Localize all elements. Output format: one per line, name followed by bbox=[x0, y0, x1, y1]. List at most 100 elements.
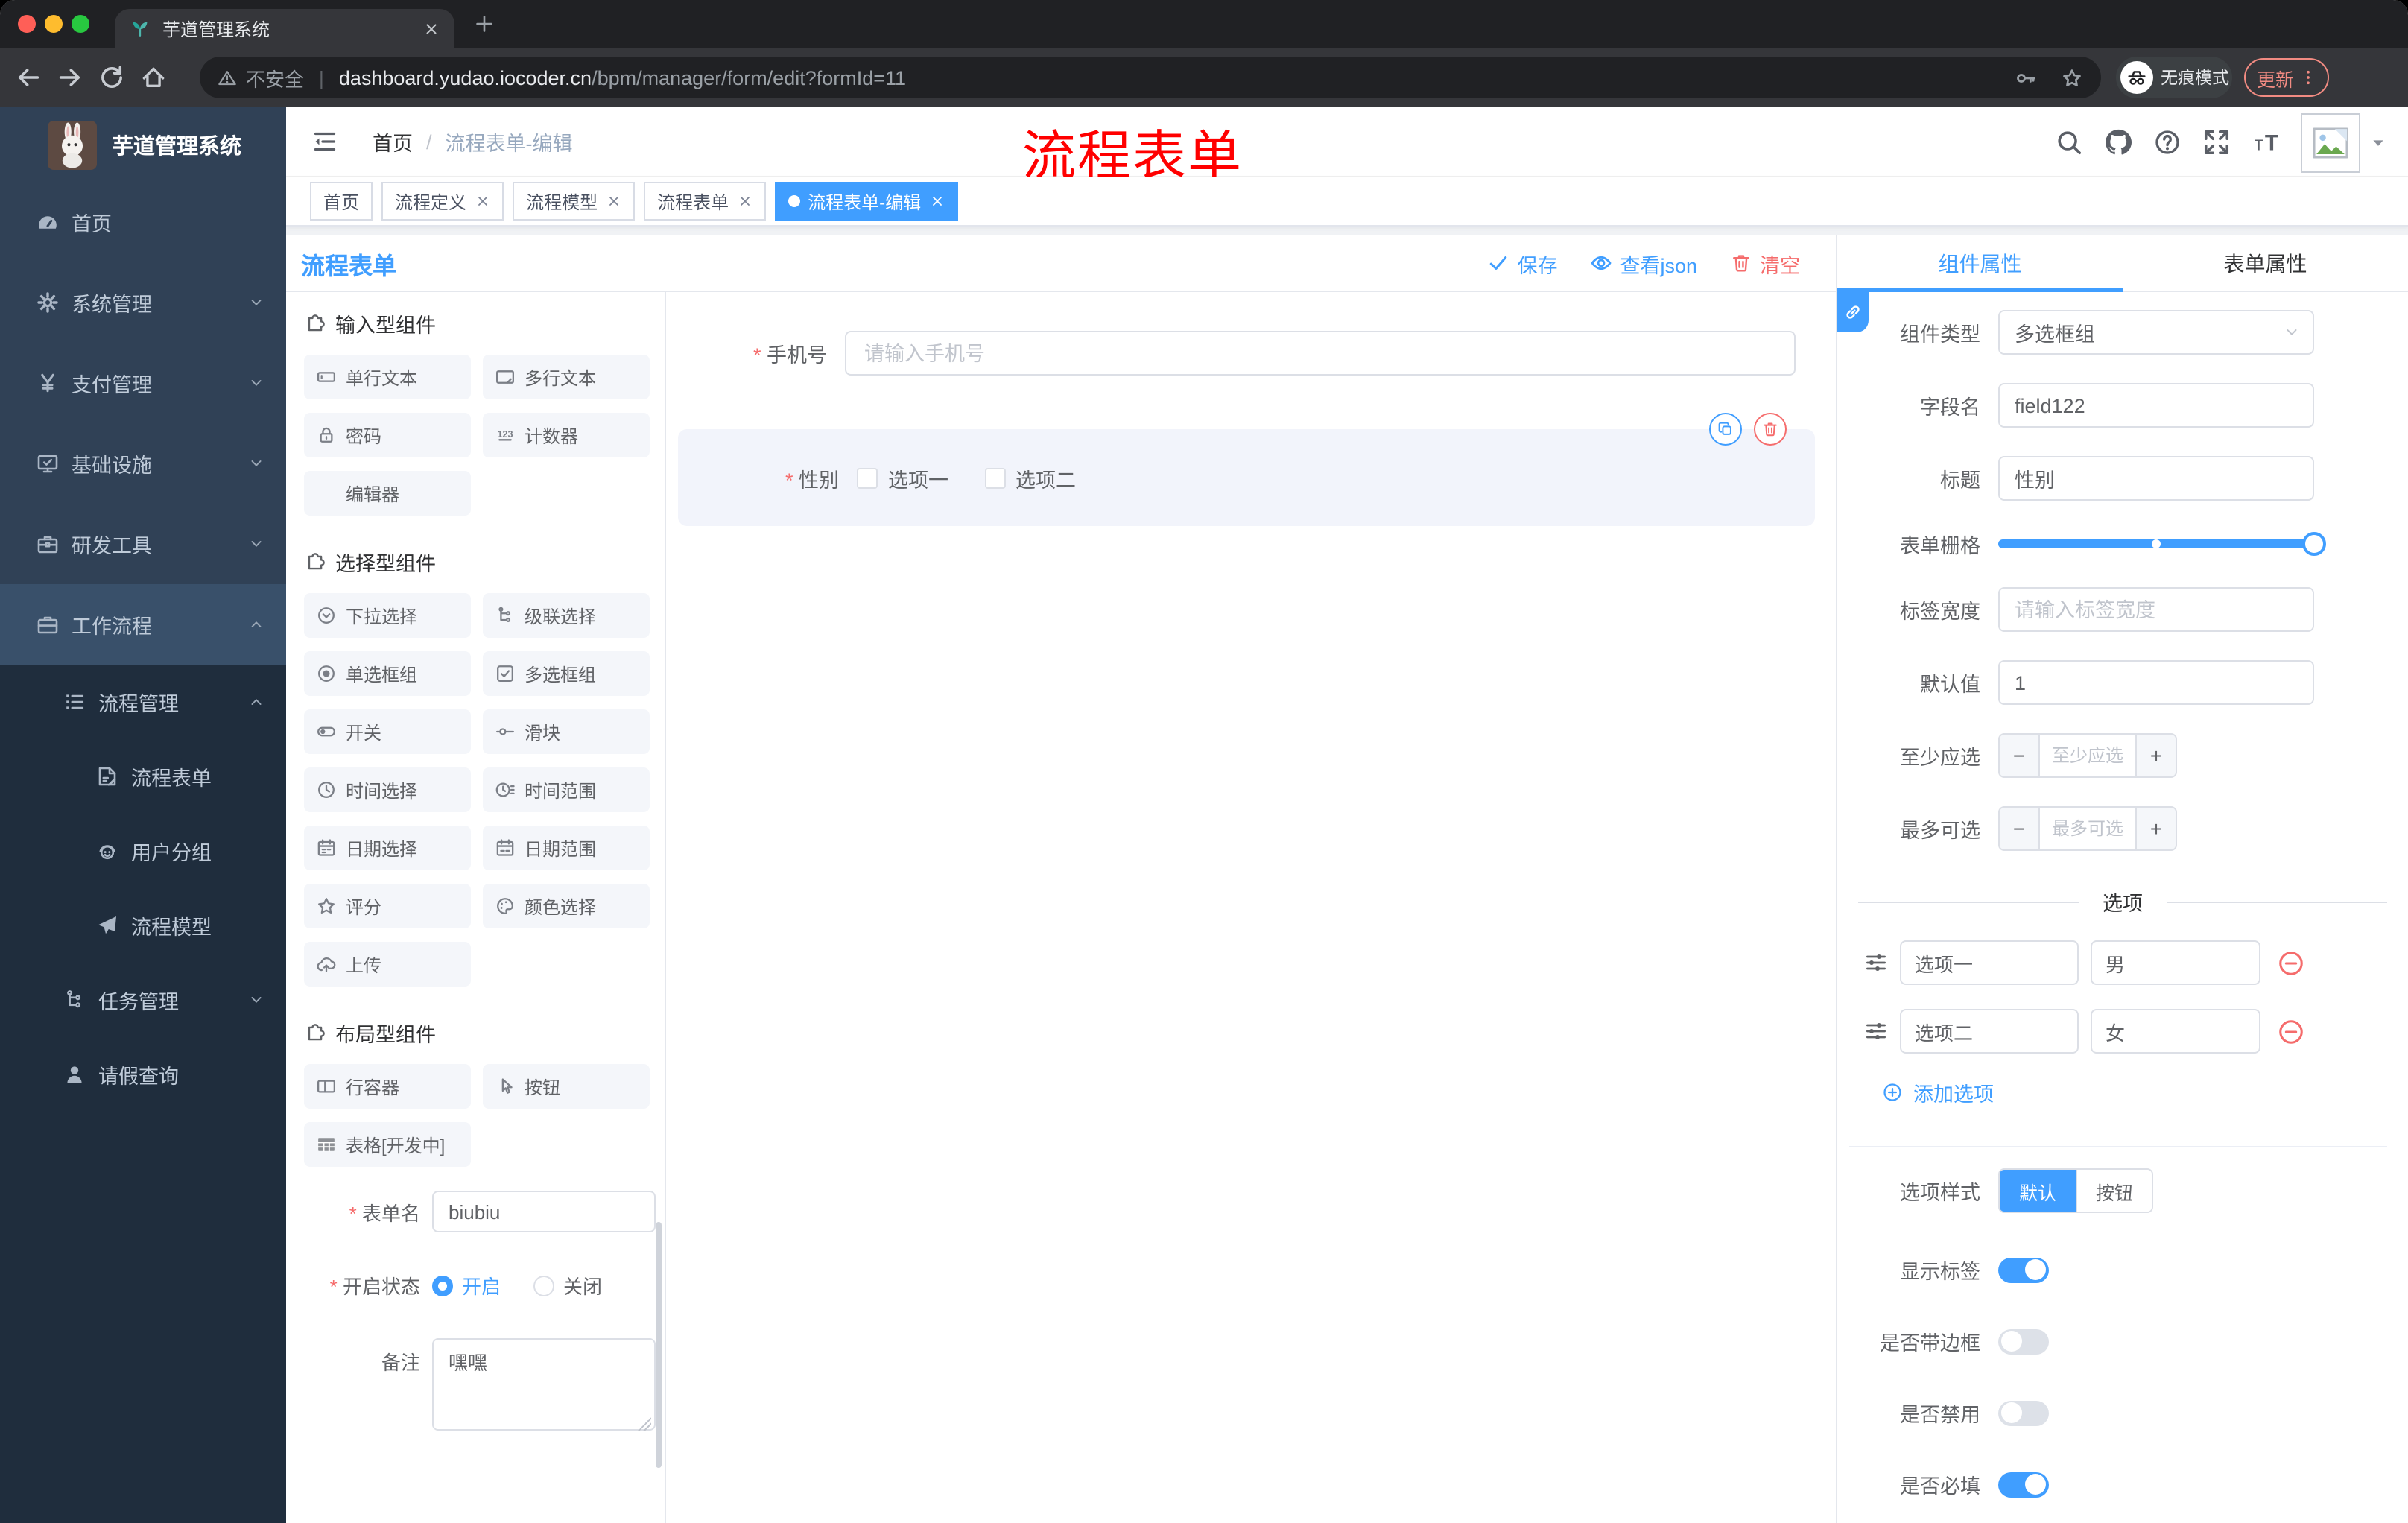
add-option-button[interactable]: 添加选项 bbox=[1882, 1077, 2408, 1107]
component-type-select[interactable] bbox=[1998, 310, 2314, 355]
palette-item[interactable]: 时间范围 bbox=[483, 767, 650, 812]
grid-slider[interactable] bbox=[1998, 532, 2326, 556]
hamburger-icon[interactable] bbox=[310, 127, 340, 156]
sidebar-item-9[interactable]: 用户分组 bbox=[0, 814, 286, 888]
status-radio-on[interactable]: 开启 bbox=[432, 1271, 501, 1299]
palette-item[interactable]: 时间选择 bbox=[304, 767, 471, 812]
drag-handle-icon[interactable] bbox=[1864, 951, 1888, 975]
field-name-input[interactable] bbox=[1998, 383, 2314, 428]
browser-tab[interactable]: 芋道管理系统 bbox=[115, 9, 454, 48]
title-input[interactable] bbox=[1998, 456, 2314, 501]
tab-close-icon[interactable] bbox=[423, 20, 440, 37]
palette-item[interactable]: 单选框组 bbox=[304, 651, 471, 696]
fullscreen-icon[interactable] bbox=[2202, 128, 2231, 156]
user-avatar[interactable] bbox=[2301, 113, 2360, 172]
panel-scrollbar-thumb[interactable] bbox=[656, 1222, 662, 1468]
sidebar-item-2[interactable]: 系统管理 bbox=[0, 262, 286, 343]
help-icon[interactable] bbox=[2153, 128, 2182, 156]
stepper-minus-button[interactable]: − bbox=[2000, 808, 2038, 849]
palette-item[interactable]: 日期选择 bbox=[304, 826, 471, 870]
home-icon[interactable] bbox=[140, 64, 167, 91]
tag-close-icon[interactable] bbox=[475, 194, 490, 209]
max-select-input[interactable] bbox=[2038, 808, 2137, 849]
style-option-默认[interactable]: 默认 bbox=[2000, 1170, 2076, 1212]
stepper-plus-button[interactable]: + bbox=[2137, 735, 2176, 776]
option-value-input[interactable] bbox=[2091, 1009, 2260, 1054]
browser-menu-dots-icon[interactable] bbox=[2298, 69, 2316, 86]
palette-item[interactable]: 开关 bbox=[304, 709, 471, 754]
palette-item[interactable]: 单行文本 bbox=[304, 355, 471, 399]
delete-field-button[interactable] bbox=[1754, 413, 1787, 446]
view-json-button[interactable]: 查看json bbox=[1590, 248, 1697, 278]
canvas-field-gender-selected[interactable]: 性别 选项一 选项二 bbox=[678, 413, 1815, 526]
reload-icon[interactable] bbox=[98, 64, 125, 91]
drag-handle-icon[interactable] bbox=[1864, 1019, 1888, 1043]
new-tab-button[interactable] bbox=[474, 13, 495, 34]
palette-item[interactable]: 颜色选择 bbox=[483, 884, 650, 928]
address-bar[interactable]: 不安全 | dashboard.yudao.iocoder.cn/bpm/man… bbox=[200, 57, 2101, 98]
sidebar-item-5[interactable]: 研发工具 bbox=[0, 504, 286, 584]
zoom-window-button[interactable] bbox=[72, 15, 89, 33]
style-option-按钮[interactable]: 按钮 bbox=[2075, 1170, 2152, 1212]
palette-item[interactable]: 多选框组 bbox=[483, 651, 650, 696]
status-radio-off[interactable]: 关闭 bbox=[533, 1271, 602, 1299]
textarea-resize-grip[interactable] bbox=[638, 1417, 651, 1431]
stepper-minus-button[interactable]: − bbox=[2000, 735, 2038, 776]
checkbox[interactable] bbox=[857, 467, 878, 488]
sidebar-item-4[interactable]: 基础设施 bbox=[0, 423, 286, 504]
tag-1[interactable]: 首页 bbox=[310, 182, 373, 221]
toggle-是否必填[interactable] bbox=[1998, 1472, 2049, 1497]
palette-item[interactable]: 上传 bbox=[304, 942, 471, 987]
default-value-input[interactable] bbox=[1998, 660, 2314, 705]
tag-5[interactable]: 流程表单-编辑 bbox=[775, 182, 959, 221]
search-icon[interactable] bbox=[2055, 128, 2083, 156]
slider-handle[interactable] bbox=[2302, 532, 2326, 556]
forward-icon[interactable] bbox=[57, 64, 83, 91]
palette-item[interactable]: 滑块 bbox=[483, 709, 650, 754]
duplicate-field-button[interactable] bbox=[1709, 413, 1742, 446]
back-icon[interactable] bbox=[15, 64, 42, 91]
tag-4[interactable]: 流程表单 bbox=[644, 182, 767, 221]
palette-item[interactable]: 表格[开发中] bbox=[304, 1122, 471, 1167]
toggle-是否带边框[interactable] bbox=[1998, 1329, 2049, 1354]
palette-item[interactable]: 123 计数器 bbox=[483, 413, 650, 457]
palette-item[interactable]: 下拉选择 bbox=[304, 593, 471, 638]
palette-item[interactable]: 日期范围 bbox=[483, 826, 650, 870]
gender-checkbox-option[interactable]: 选项一 bbox=[857, 463, 948, 493]
sidebar-item-12[interactable]: 请假查询 bbox=[0, 1037, 286, 1112]
tag-close-icon[interactable] bbox=[930, 194, 945, 209]
drawer-handle[interactable] bbox=[1837, 292, 1869, 332]
sidebar-item-10[interactable]: 流程模型 bbox=[0, 888, 286, 963]
avatar-caret-down-icon[interactable] bbox=[2369, 133, 2387, 151]
tag-2[interactable]: 流程定义 bbox=[381, 182, 504, 221]
sidebar-item-6[interactable]: 工作流程 bbox=[0, 584, 286, 665]
browser-update-button[interactable]: 更新 bbox=[2244, 58, 2329, 97]
canvas-field-phone[interactable]: 手机号 bbox=[678, 331, 1796, 376]
phone-field-input[interactable] bbox=[845, 331, 1796, 376]
tab-component-props[interactable]: 组件属性 bbox=[1837, 235, 2123, 291]
bookmark-star-icon[interactable] bbox=[2061, 66, 2083, 89]
close-window-button[interactable] bbox=[18, 15, 36, 33]
sidebar-item-1[interactable]: 首页 bbox=[0, 182, 286, 262]
label-width-input[interactable] bbox=[1998, 587, 2314, 632]
sidebar-item-8[interactable]: 流程表单 bbox=[0, 739, 286, 814]
checkbox[interactable] bbox=[984, 467, 1005, 488]
option-label-input[interactable] bbox=[1900, 1009, 2079, 1054]
breadcrumb-home[interactable]: 首页 bbox=[373, 127, 413, 156]
palette-item[interactable]: 多行文本 bbox=[483, 355, 650, 399]
stepper-plus-button[interactable]: + bbox=[2137, 808, 2176, 849]
form-name-input[interactable] bbox=[432, 1191, 656, 1232]
toggle-显示标签[interactable] bbox=[1998, 1257, 2049, 1282]
min-select-input[interactable] bbox=[2038, 735, 2137, 776]
option-label-input[interactable] bbox=[1900, 940, 2079, 985]
remove-option-icon[interactable] bbox=[2277, 1017, 2305, 1045]
form-remark-textarea[interactable]: 嘿嘿 bbox=[432, 1338, 656, 1431]
sidebar-item-3[interactable]: 支付管理 bbox=[0, 343, 286, 423]
tag-3[interactable]: 流程模型 bbox=[513, 182, 636, 221]
palette-item[interactable]: 级联选择 bbox=[483, 593, 650, 638]
toggle-是否禁用[interactable] bbox=[1998, 1400, 2049, 1425]
github-icon[interactable] bbox=[2104, 128, 2132, 156]
clear-button[interactable]: 清空 bbox=[1730, 248, 1800, 278]
minimize-window-button[interactable] bbox=[45, 15, 63, 33]
gender-checkbox-option[interactable]: 选项二 bbox=[984, 463, 1076, 493]
